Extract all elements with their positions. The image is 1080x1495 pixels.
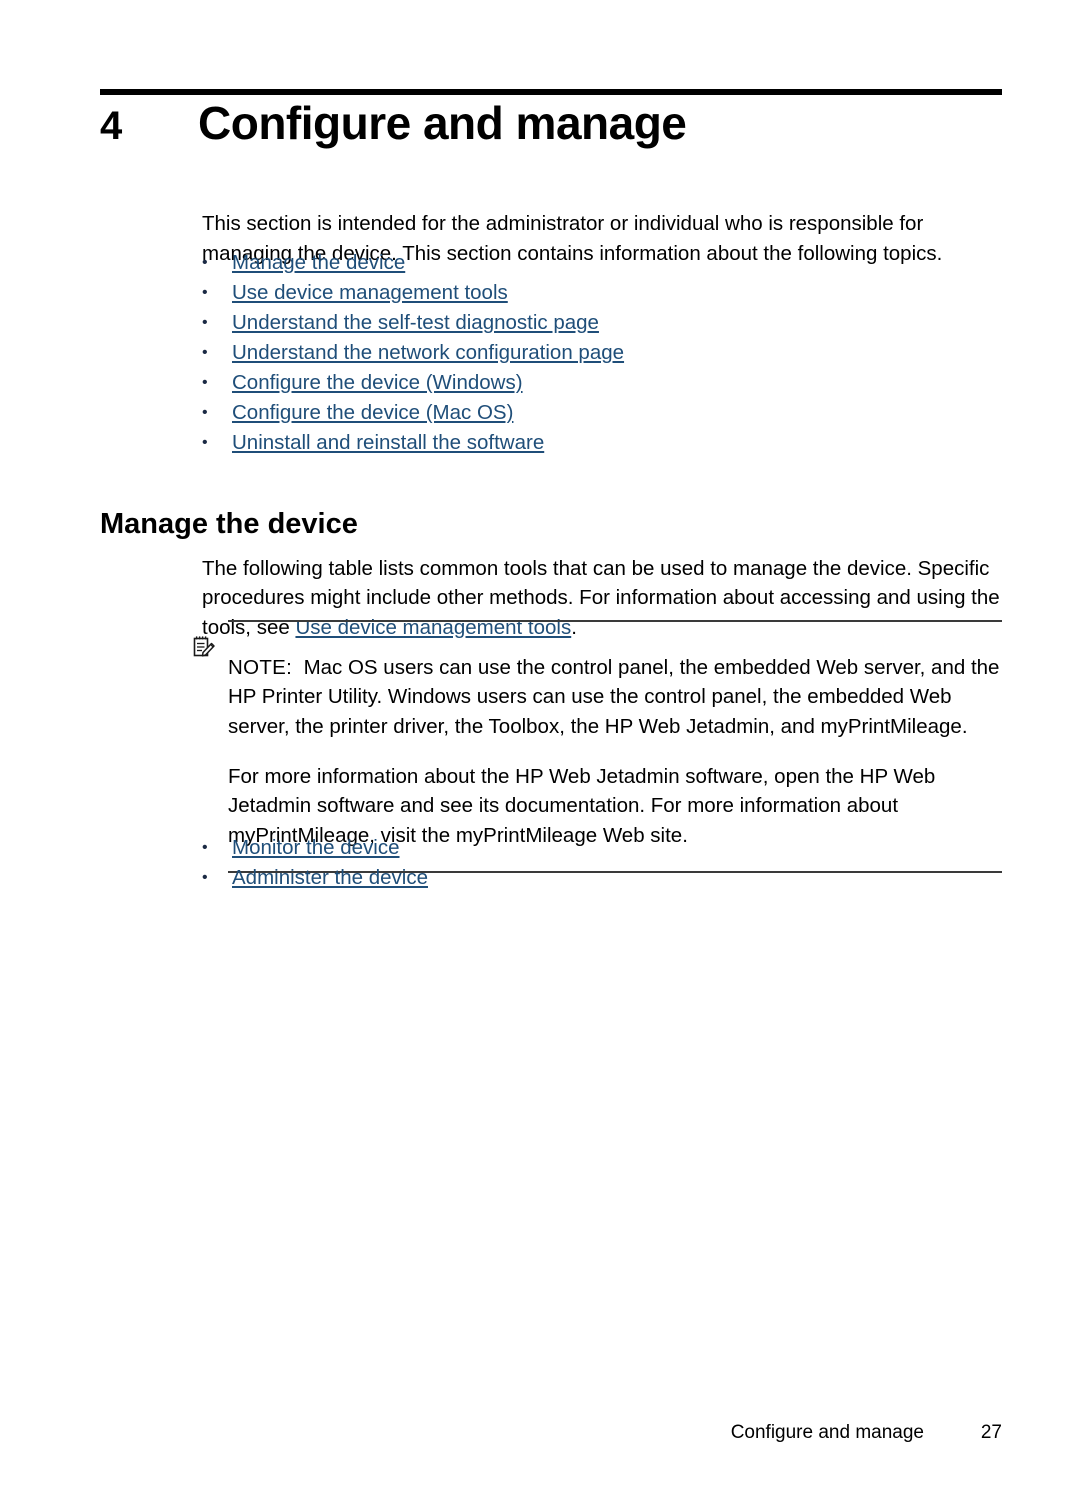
topic-link-administer-the-device[interactable]: Administer the device [232,866,428,889]
list-item: Understand the self-test diagnostic page [202,308,992,338]
list-item: Administer the device [202,863,992,893]
section-heading-manage-the-device: Manage the device [100,508,358,541]
page-footer: Configure and manage 27 [100,1421,1002,1445]
topic-link-network-configuration-page[interactable]: Understand the network configuration pag… [232,341,624,364]
list-item: Understand the network configuration pag… [202,338,992,368]
list-item: Uninstall and reinstall the software [202,428,992,458]
topic-link-configure-device-windows[interactable]: Configure the device (Windows) [232,371,523,394]
chapter-title: Configure and manage [198,97,687,149]
chapter-header: 4 Configure and manage [100,100,1002,146]
document-page: 4 Configure and manage This section is i… [0,0,1080,1495]
footer-chapter-title: Configure and manage [730,1422,924,1443]
list-item: Manage the device [202,248,992,278]
topic-link-monitor-the-device[interactable]: Monitor the device [232,836,400,859]
note-paragraph-1-text: Mac OS users can use the control panel, … [228,655,1000,738]
topic-link-manage-the-device[interactable]: Manage the device [232,251,405,274]
list-item: Configure the device (Mac OS) [202,398,992,428]
note-pad-pencil-icon [192,635,216,659]
chapter-number: 4 [100,104,123,148]
topic-link-uninstall-reinstall-software[interactable]: Uninstall and reinstall the software [232,431,544,454]
chapter-top-rule [100,89,1002,95]
subtopic-link-list: Monitor the device Administer the device [202,833,992,893]
topic-link-configure-device-mac-os[interactable]: Configure the device (Mac OS) [232,401,513,424]
note-paragraph-1: NOTE: Mac OS users can use the control p… [228,653,1002,742]
note-label: NOTE: [228,655,293,679]
topic-link-use-device-management-tools[interactable]: Use device management tools [232,281,508,304]
footer-page-number: 27 [980,1422,1002,1443]
list-item: Monitor the device [202,833,992,863]
topic-link-list: Manage the device Use device management … [202,248,992,458]
list-item: Configure the device (Windows) [202,368,992,398]
topic-link-self-test-diagnostic-page[interactable]: Understand the self-test diagnostic page [232,311,599,334]
list-item: Use device management tools [202,278,992,308]
note-body: NOTE: Mac OS users can use the control p… [193,622,1002,850]
